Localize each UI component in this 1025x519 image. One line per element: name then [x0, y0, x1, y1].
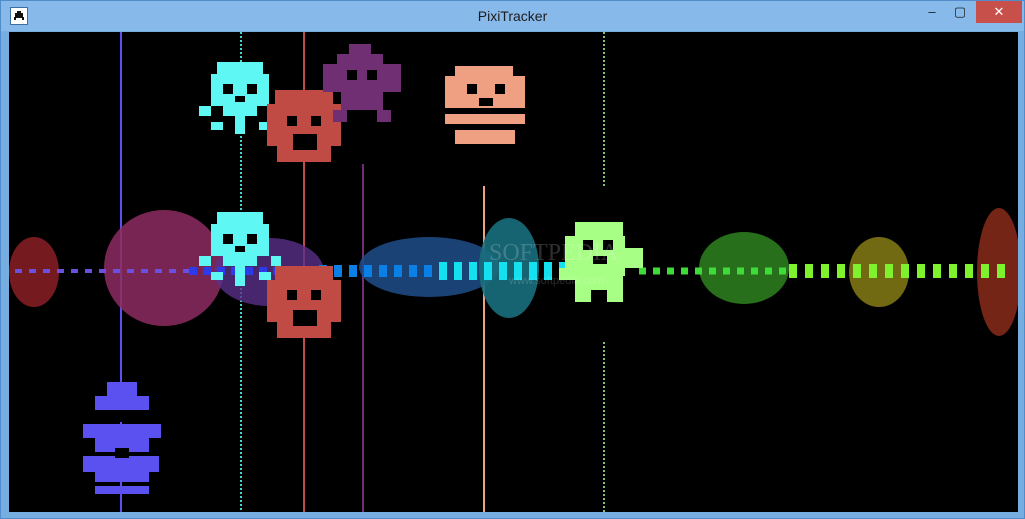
maximize-button[interactable]: ▢ [946, 1, 974, 23]
minimize-button[interactable]: – [918, 1, 946, 23]
robot-sprite-blue [83, 382, 161, 494]
window-title: PixiTracker [477, 8, 548, 24]
close-button[interactable]: ✕ [976, 1, 1022, 23]
ghost-sprite-red-middle [267, 266, 341, 338]
tracker-canvas[interactable]: SOFTPEDIA www.softpedia.com [9, 32, 1018, 512]
invader-sprite-purple [323, 44, 401, 122]
watermark-subtext: www.softpedia.com [508, 275, 604, 287]
title-bar[interactable]: PixiTracker – ▢ ✕ [1, 1, 1024, 31]
app-window: PixiTracker – ▢ ✕ SOFTPEDIA www.softpedi… [0, 0, 1025, 519]
watermark: SOFTPEDIA [489, 240, 619, 266]
ghost-sprite-red-top [267, 90, 341, 162]
visualizer-svg: SOFTPEDIA www.softpedia.com [9, 32, 1018, 512]
